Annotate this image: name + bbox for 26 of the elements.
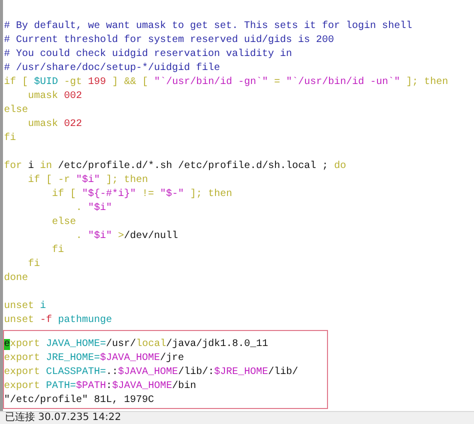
code-line: export CLASSPATH=.:$JAVA_HOME/lib/:$JRE_HOME/lib/ (4, 366, 300, 380)
code-line: fi (3, 132, 18, 146)
code-line: else (51, 216, 78, 230)
code-line: done (3, 272, 30, 286)
code-line: export JAVA_HOME=/usr/local/java/jdk1.8.0_11 (4, 338, 270, 352)
code-line: # Current threshold for system reserved uid/gids is 200 (3, 34, 336, 48)
code-line: umask 002 (27, 90, 84, 104)
code-line: if [ "${-#*i}" != "$-" ]; then (51, 188, 234, 202)
code-line: unset i (3, 300, 48, 314)
code-line: if [ -r "$i" ]; then (27, 174, 150, 188)
code-line: . "$i" >/dev/null (75, 230, 180, 244)
code-line: fi (51, 244, 66, 258)
code-line: . "$i" (75, 202, 114, 216)
code-line: umask 022 (27, 118, 84, 132)
code-line: export JRE_HOME=$JAVA_HOME/jre (4, 352, 186, 366)
code-line: # /usr/share/doc/setup-*/uidgid file (3, 62, 222, 76)
code-line: if [ $UID -gt 199 ] && [ "`/usr/bin/id -gn`" = "`/usr/bin/id -un`" ]; then (3, 76, 450, 90)
code-line: for i in /etc/profile.d/*.sh /etc/profile.d/sh.local ; do (3, 160, 348, 174)
code-line: # By default, we want umask to get set. This sets it for login shell (3, 20, 414, 34)
code-line: unset -f pathmunge (3, 314, 114, 328)
code-line: # You could check uidgid reservation validity in (3, 48, 294, 62)
code-line: else (3, 104, 30, 118)
code-line: export PATH=$PATH:$JAVA_HOME/bin (4, 380, 198, 394)
connection-status: 已连接 30.07.235 14:22 (5, 412, 122, 424)
status-message: "/etc/profile" 81L, 1979C (4, 394, 156, 408)
code-line: fi (27, 258, 42, 272)
